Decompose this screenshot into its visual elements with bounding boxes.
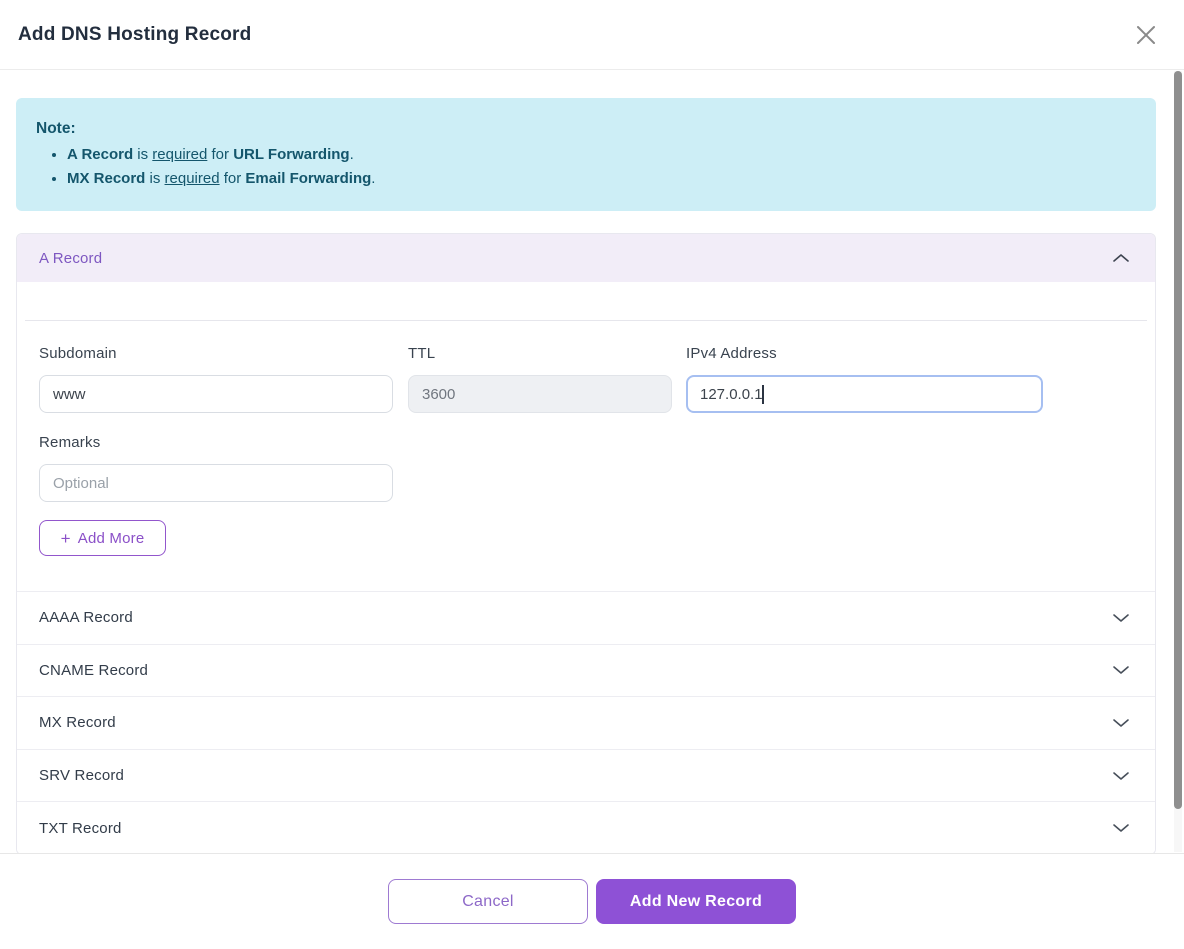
- panel-divider: [25, 282, 1147, 321]
- subdomain-input[interactable]: [39, 375, 393, 413]
- add-new-record-button[interactable]: Add New Record: [596, 879, 796, 924]
- close-button[interactable]: [1132, 21, 1160, 49]
- note-record-name: MX Record: [67, 170, 145, 187]
- accordion-header-a-record[interactable]: A Record: [17, 234, 1155, 282]
- ipv4-field-group: IPv4 Address: [686, 345, 1043, 413]
- add-more-label: Add More: [78, 530, 145, 547]
- cancel-button[interactable]: Cancel: [388, 879, 588, 924]
- ipv4-input[interactable]: [686, 375, 1043, 413]
- note-feature-name: Email Forwarding: [245, 170, 371, 187]
- note-text: for: [207, 146, 233, 163]
- note-list: A Record is required for URL Forwarding.…: [36, 143, 1136, 191]
- scrollbar-track[interactable]: [1174, 71, 1182, 852]
- chevron-down-icon: [1112, 718, 1130, 728]
- close-icon: [1135, 24, 1157, 46]
- ttl-label: TTL: [408, 345, 686, 362]
- note-required-text: required: [152, 146, 207, 163]
- record-accordion: A Record Subdomain TTL: [16, 233, 1156, 855]
- note-item-a-record: A Record is required for URL Forwarding.: [67, 143, 1136, 167]
- note-item-mx-record: MX Record is required for Email Forwardi…: [67, 167, 1136, 191]
- accordion-header-aaaa-record[interactable]: AAAA Record: [17, 591, 1155, 644]
- note-feature-name: URL Forwarding: [233, 146, 349, 163]
- accordion-header-cname-record[interactable]: CNAME Record: [17, 644, 1155, 697]
- a-record-panel: Subdomain TTL IPv4 Address: [17, 282, 1155, 591]
- note-text: .: [371, 170, 375, 187]
- ipv4-label: IPv4 Address: [686, 345, 1043, 362]
- a-record-form: Subdomain TTL IPv4 Address: [17, 321, 1155, 591]
- plus-icon: +: [61, 530, 71, 547]
- note-heading: Note:: [36, 117, 1136, 141]
- accordion-header-mx-record[interactable]: MX Record: [17, 696, 1155, 749]
- chevron-down-icon: [1112, 613, 1130, 623]
- accordion-label: CNAME Record: [39, 662, 148, 679]
- accordion-header-txt-record[interactable]: TXT Record: [17, 801, 1155, 854]
- accordion-label: SRV Record: [39, 767, 124, 784]
- remarks-field-group: Remarks: [39, 434, 408, 502]
- chevron-down-icon: [1112, 771, 1130, 781]
- remarks-input[interactable]: [39, 464, 393, 502]
- text-caret: [762, 385, 764, 404]
- accordion-header-srv-record[interactable]: SRV Record: [17, 749, 1155, 802]
- accordion-label: AAAA Record: [39, 609, 133, 626]
- note-text: is: [133, 146, 152, 163]
- scrollbar-thumb[interactable]: [1174, 71, 1182, 809]
- accordion-label: MX Record: [39, 714, 116, 731]
- note-text: .: [350, 146, 354, 163]
- modal-footer: Cancel Add New Record: [0, 853, 1184, 949]
- ttl-input: [408, 375, 672, 413]
- ttl-field-group: TTL: [408, 345, 686, 413]
- subdomain-field-group: Subdomain: [39, 345, 408, 413]
- chevron-up-icon: [1112, 253, 1130, 263]
- ipv4-input-wrap: [686, 375, 1043, 413]
- modal-body: Note: A Record is required for URL Forwa…: [0, 70, 1184, 853]
- note-record-name: A Record: [67, 146, 133, 163]
- accordion-label: A Record: [39, 250, 102, 267]
- accordion-label: TXT Record: [39, 820, 122, 837]
- note-required-text: required: [165, 170, 220, 187]
- note-text: for: [220, 170, 246, 187]
- note-text: is: [145, 170, 164, 187]
- chevron-down-icon: [1112, 665, 1130, 675]
- page-title: Add DNS Hosting Record: [18, 24, 251, 46]
- add-more-button[interactable]: + Add More: [39, 520, 166, 556]
- chevron-down-icon: [1112, 823, 1130, 833]
- modal-header: Add DNS Hosting Record: [0, 0, 1184, 70]
- remarks-label: Remarks: [39, 434, 408, 451]
- note-box: Note: A Record is required for URL Forwa…: [16, 98, 1156, 211]
- subdomain-label: Subdomain: [39, 345, 408, 362]
